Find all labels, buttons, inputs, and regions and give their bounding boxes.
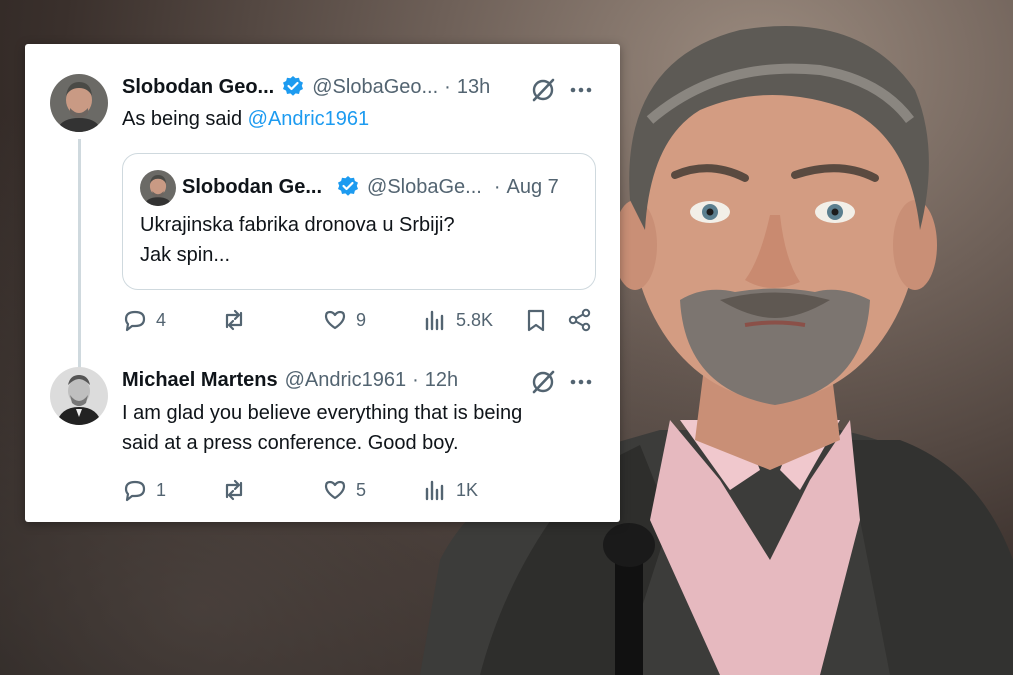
tweet-text-content: As being said <box>122 108 248 130</box>
separator-dot: · <box>412 369 419 391</box>
tweet-card: Slobodan Geo... @SlobaGeo... · 13h As be… <box>25 44 620 522</box>
avatar-michael[interactable] <box>50 367 108 425</box>
quoted-time: Aug 7 <box>506 175 559 198</box>
views-count: 1K <box>456 479 479 500</box>
reply-text-line2: said at a press conference. Good boy. <box>122 432 459 454</box>
avatar-slobodan-small <box>140 170 176 206</box>
views-chart-icon <box>425 480 444 501</box>
thread-line <box>78 139 81 383</box>
bookmark-button[interactable] <box>523 307 549 333</box>
verified-badge-icon <box>338 176 359 196</box>
separator-dot: · <box>444 75 451 98</box>
share-icon <box>568 308 591 332</box>
quoted-text-line1: Ukrajinska fabrika dronova u Srbiji? <box>140 214 455 236</box>
bookmark-icon <box>527 309 545 332</box>
reply-icon <box>124 310 146 332</box>
reply-time[interactable]: 12h <box>425 369 458 392</box>
grok-icon[interactable] <box>529 76 557 104</box>
like-button[interactable]: 9 <box>322 307 366 333</box>
reply-text-line1: I am glad you believe everything that is… <box>122 402 523 424</box>
repost-button[interactable] <box>221 307 255 333</box>
reply-icon <box>124 480 146 502</box>
quoted-author-handle: @SlobaGe... <box>367 175 482 198</box>
heart-icon <box>324 480 346 500</box>
reply-author-name[interactable]: Michael Martens <box>122 369 278 392</box>
views-button[interactable]: 5.8K <box>422 307 493 333</box>
tweet-header: Slobodan Geo... @SlobaGeo... · 13h <box>122 75 490 99</box>
quoted-tweet[interactable]: Slobodan Ge... @SlobaGe... · Aug 7 Ukraj… <box>122 153 596 290</box>
like-count: 5 <box>356 479 367 500</box>
reply-count: 4 <box>156 309 167 330</box>
reply-count: 1 <box>156 479 167 500</box>
reply-header: Michael Martens @Andric1961 · 12h <box>122 369 458 392</box>
quoted-text-line2: Jak spin... <box>140 244 231 266</box>
tweet-time[interactable]: 13h <box>457 76 490 99</box>
views-chart-icon <box>425 310 444 331</box>
heart-icon <box>324 310 346 330</box>
reply-button[interactable]: 1 <box>122 477 166 503</box>
more-options-icon[interactable] <box>569 372 593 392</box>
author-handle[interactable]: @SlobaGeo... <box>312 76 438 99</box>
views-count: 5.8K <box>456 309 494 330</box>
repost-icon <box>225 309 243 331</box>
quoted-header: Slobodan Ge... @SlobaGe... · Aug 7 <box>182 175 559 199</box>
tweet-text: As being said @Andric1961 <box>122 104 369 134</box>
like-button[interactable]: 5 <box>322 477 366 503</box>
avatar-slobodan[interactable] <box>50 74 108 132</box>
repost-button[interactable] <box>221 477 255 503</box>
like-count: 9 <box>356 309 367 330</box>
more-options-icon[interactable] <box>569 80 593 100</box>
reply-text: I am glad you believe everything that is… <box>122 398 522 458</box>
reply-author-handle[interactable]: @Andric1961 <box>285 369 406 392</box>
quoted-text: Ukrajinska fabrika dronova u Srbiji? Jak… <box>140 210 455 270</box>
mention-link[interactable]: @Andric1961 <box>248 108 369 130</box>
verified-badge-icon <box>283 76 304 96</box>
reply-button[interactable]: 4 <box>122 307 166 333</box>
share-button[interactable] <box>567 307 593 333</box>
grok-icon[interactable] <box>529 368 557 396</box>
quoted-author-name: Slobodan Ge... <box>182 175 323 198</box>
repost-icon <box>225 479 243 501</box>
views-button[interactable]: 1K <box>422 477 478 503</box>
separator-dot: · <box>493 175 501 198</box>
author-name[interactable]: Slobodan Geo... <box>122 76 274 99</box>
